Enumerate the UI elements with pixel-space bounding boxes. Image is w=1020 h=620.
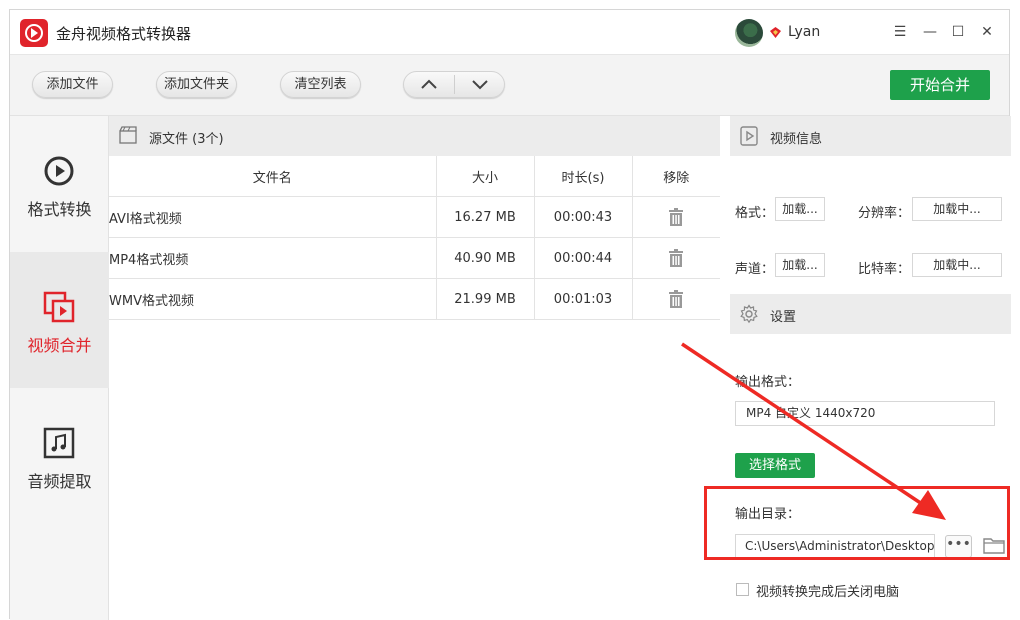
clapperboard-icon <box>119 126 137 144</box>
sidebar: 格式转换 视频合并 音频提取 <box>10 116 109 620</box>
bitrate-value: 加载中... <box>912 253 1002 277</box>
table-row[interactable]: AVI格式视频 16.27 MB 00:00:43 <box>109 196 720 238</box>
maximize-button[interactable]: ☐ <box>948 22 968 42</box>
avatar[interactable] <box>735 19 763 47</box>
remove-cell <box>632 278 720 320</box>
video-file-icon <box>740 126 758 146</box>
file-size: 16.27 MB <box>436 196 535 238</box>
start-merge-button[interactable]: 开始合并 <box>890 70 990 100</box>
source-title: 源文件 (3个) <box>149 132 224 147</box>
file-table: 文件名 大小 时长(s) 移除 AVI格式视频 16.27 MB 00:00:4… <box>109 156 720 320</box>
table-header-row: 文件名 大小 时长(s) 移除 <box>109 156 720 197</box>
column-header-filename[interactable]: 文件名 <box>109 156 437 197</box>
video-info-title: 视频信息 <box>770 132 823 147</box>
gear-icon <box>740 304 758 324</box>
sidebar-item-label: 视频合并 <box>27 336 92 355</box>
app-logo-icon <box>20 19 48 47</box>
settings-title: 设置 <box>770 310 797 325</box>
reorder-buttons <box>403 71 505 98</box>
remove-cell <box>632 196 720 238</box>
source-header: 源文件 (3个) <box>109 116 720 156</box>
format-value: 加载... <box>775 197 825 221</box>
select-format-button[interactable]: 选择格式 <box>735 453 815 478</box>
source-files-panel: 源文件 (3个) 文件名 大小 时长(s) 移除 AVI格式视频 16.27 M… <box>109 116 720 620</box>
remove-cell <box>632 237 720 279</box>
vip-diamond-icon <box>770 27 781 38</box>
output-format-label: 输出格式： <box>735 375 801 390</box>
column-header-remove: 移除 <box>632 156 720 197</box>
play-circle-icon <box>44 156 74 186</box>
file-duration: 00:00:43 <box>534 196 633 238</box>
channel-label: 声道： <box>735 262 775 277</box>
music-note-icon <box>43 427 75 459</box>
trash-icon[interactable] <box>668 208 684 226</box>
resolution-value: 加载中... <box>912 197 1002 221</box>
file-name: AVI格式视频 <box>109 196 437 238</box>
bitrate-label: 比特率： <box>858 262 911 277</box>
video-info-header: 视频信息 <box>730 116 1011 156</box>
minimize-button[interactable]: — <box>920 22 940 42</box>
title-bar: 金舟视频格式转换器 Lyan ☰ — ☐ ✕ <box>10 10 1009 55</box>
annotation-highlight-box <box>704 486 1010 560</box>
move-up-button[interactable] <box>404 72 454 97</box>
move-down-button[interactable] <box>455 72 505 97</box>
sidebar-item-label: 音频提取 <box>27 472 92 491</box>
chevron-down-icon <box>472 80 488 90</box>
file-duration: 00:00:44 <box>534 237 633 279</box>
sidebar-item-video-merge[interactable]: 视频合并 <box>10 252 109 388</box>
table-row[interactable]: WMV格式视频 21.99 MB 00:01:03 <box>109 278 720 320</box>
chevron-up-icon <box>421 79 437 89</box>
channel-value: 加载... <box>775 253 825 277</box>
file-duration: 00:01:03 <box>534 278 633 320</box>
file-name: MP4格式视频 <box>109 237 437 279</box>
column-header-size[interactable]: 大小 <box>436 156 535 197</box>
shutdown-label: 视频转换完成后关闭电脑 <box>756 585 900 600</box>
table-row[interactable]: MP4格式视频 40.90 MB 00:00:44 <box>109 237 720 279</box>
format-label: 格式： <box>735 206 775 221</box>
sidebar-item-format-convert[interactable]: 格式转换 <box>10 116 109 252</box>
file-size: 21.99 MB <box>436 278 535 320</box>
clear-list-button[interactable]: 清空列表 <box>280 71 361 98</box>
sidebar-item-audio-extract[interactable]: 音频提取 <box>10 388 109 524</box>
user-name[interactable]: Lyan <box>788 24 820 40</box>
video-merge-icon <box>43 291 75 323</box>
close-button[interactable]: ✕ <box>977 22 997 42</box>
toolbar: 添加文件 添加文件夹 清空列表 开始合并 <box>10 55 1009 116</box>
shutdown-checkbox[interactable] <box>736 583 749 596</box>
file-size: 40.90 MB <box>436 237 535 279</box>
add-folder-button[interactable]: 添加文件夹 <box>156 71 237 98</box>
menu-icon[interactable]: ☰ <box>890 22 910 42</box>
app-title: 金舟视频格式转换器 <box>56 25 192 43</box>
trash-icon[interactable] <box>668 290 684 308</box>
sidebar-item-label: 格式转换 <box>27 200 92 219</box>
column-header-duration[interactable]: 时长(s) <box>534 156 633 197</box>
trash-icon[interactable] <box>668 249 684 267</box>
add-file-button[interactable]: 添加文件 <box>32 71 113 98</box>
output-format-field[interactable]: MP4 自定义 1440x720 <box>735 401 995 426</box>
resolution-label: 分辨率： <box>858 206 911 221</box>
settings-header: 设置 <box>730 294 1011 334</box>
file-name: WMV格式视频 <box>109 278 437 320</box>
